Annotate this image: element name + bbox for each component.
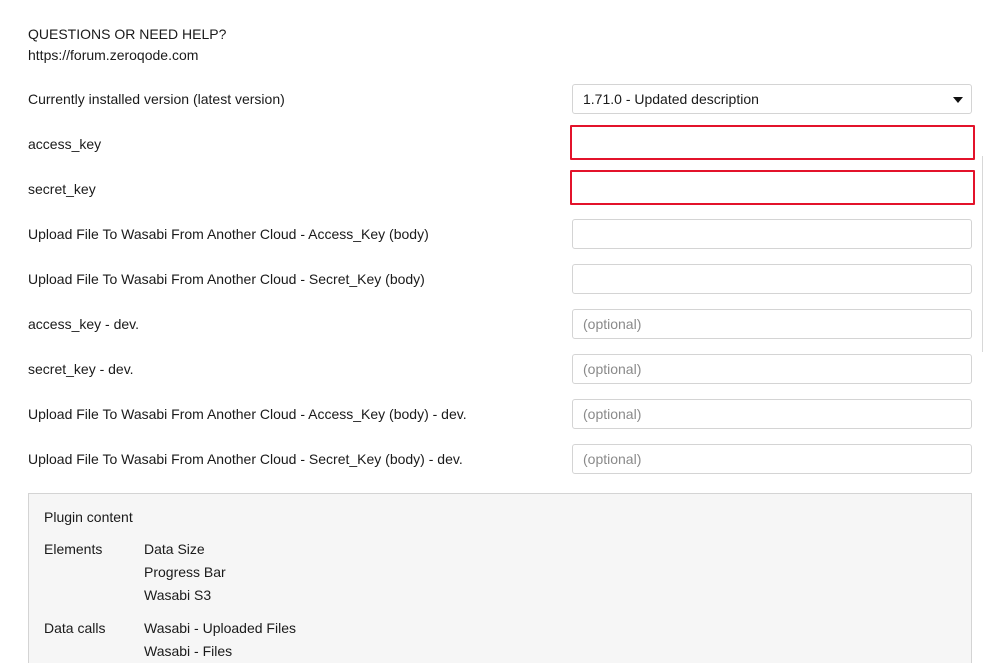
field-label-secret-key-dev: secret_key - dev. xyxy=(28,361,134,377)
list-item: Data Size xyxy=(144,541,205,557)
version-row: Currently installed version (latest vers… xyxy=(28,84,972,114)
upload-secret-key-dev-input[interactable] xyxy=(572,444,972,474)
plugin-settings-page: QUESTIONS OR NEED HELP? https://forum.ze… xyxy=(0,0,983,663)
data-calls-label: Data calls xyxy=(44,620,106,636)
field-label-upload-secret-key: Upload File To Wasabi From Another Cloud… xyxy=(28,271,425,287)
version-select-value: 1.71.0 - Updated description xyxy=(583,91,759,107)
list-item: Wasabi S3 xyxy=(144,587,212,603)
help-title: QUESTIONS OR NEED HELP? xyxy=(28,26,227,42)
field-label-access-key-dev: access_key - dev. xyxy=(28,316,140,332)
help-section: QUESTIONS OR NEED HELP? https://forum.ze… xyxy=(28,24,226,66)
elements-list: Data Size Progress Bar Wasabi S3 xyxy=(144,538,226,607)
field-label-upload-access-key: Upload File To Wasabi From Another Cloud… xyxy=(28,226,429,242)
field-row-upload-access-key-dev: Upload File To Wasabi From Another Cloud… xyxy=(28,399,972,429)
field-row-upload-access-key: Upload File To Wasabi From Another Cloud… xyxy=(28,219,972,249)
access-key-dev-input[interactable] xyxy=(572,309,972,339)
field-label-upload-access-key-dev: Upload File To Wasabi From Another Cloud… xyxy=(28,406,467,422)
version-select[interactable]: 1.71.0 - Updated description xyxy=(572,84,972,114)
help-forum-link[interactable]: https://forum.zeroqode.com xyxy=(28,45,226,66)
list-item: Progress Bar xyxy=(144,564,226,580)
secret-key-dev-input[interactable] xyxy=(572,354,972,384)
plugin-content-title: Plugin content xyxy=(44,509,133,525)
caret-down-icon xyxy=(953,97,963,103)
data-calls-list: Wasabi - Uploaded Files Wasabi - Files xyxy=(144,617,296,663)
access-key-input[interactable] xyxy=(570,125,975,160)
field-row-access-key: access_key xyxy=(28,125,975,160)
field-row-access-key-dev: access_key - dev. xyxy=(28,309,972,339)
plugin-content-panel: Plugin content Elements Data Size Progre… xyxy=(28,493,972,663)
list-item: Wasabi - Uploaded Files xyxy=(144,620,296,636)
field-row-upload-secret-key-dev: Upload File To Wasabi From Another Cloud… xyxy=(28,444,972,474)
secret-key-input[interactable] xyxy=(570,170,975,205)
field-label-secret-key: secret_key xyxy=(28,181,96,197)
field-label-access-key: access_key xyxy=(28,136,102,152)
field-row-secret-key-dev: secret_key - dev. xyxy=(28,354,972,384)
upload-secret-key-input[interactable] xyxy=(572,264,972,294)
field-row-upload-secret-key: Upload File To Wasabi From Another Cloud… xyxy=(28,264,972,294)
field-label-upload-secret-key-dev: Upload File To Wasabi From Another Cloud… xyxy=(28,451,463,467)
upload-access-key-dev-input[interactable] xyxy=(572,399,972,429)
elements-label: Elements xyxy=(44,541,103,557)
version-label: Currently installed version (latest vers… xyxy=(28,91,285,107)
list-item: Wasabi - Files xyxy=(144,643,233,659)
upload-access-key-input[interactable] xyxy=(572,219,972,249)
field-row-secret-key: secret_key xyxy=(28,170,975,205)
